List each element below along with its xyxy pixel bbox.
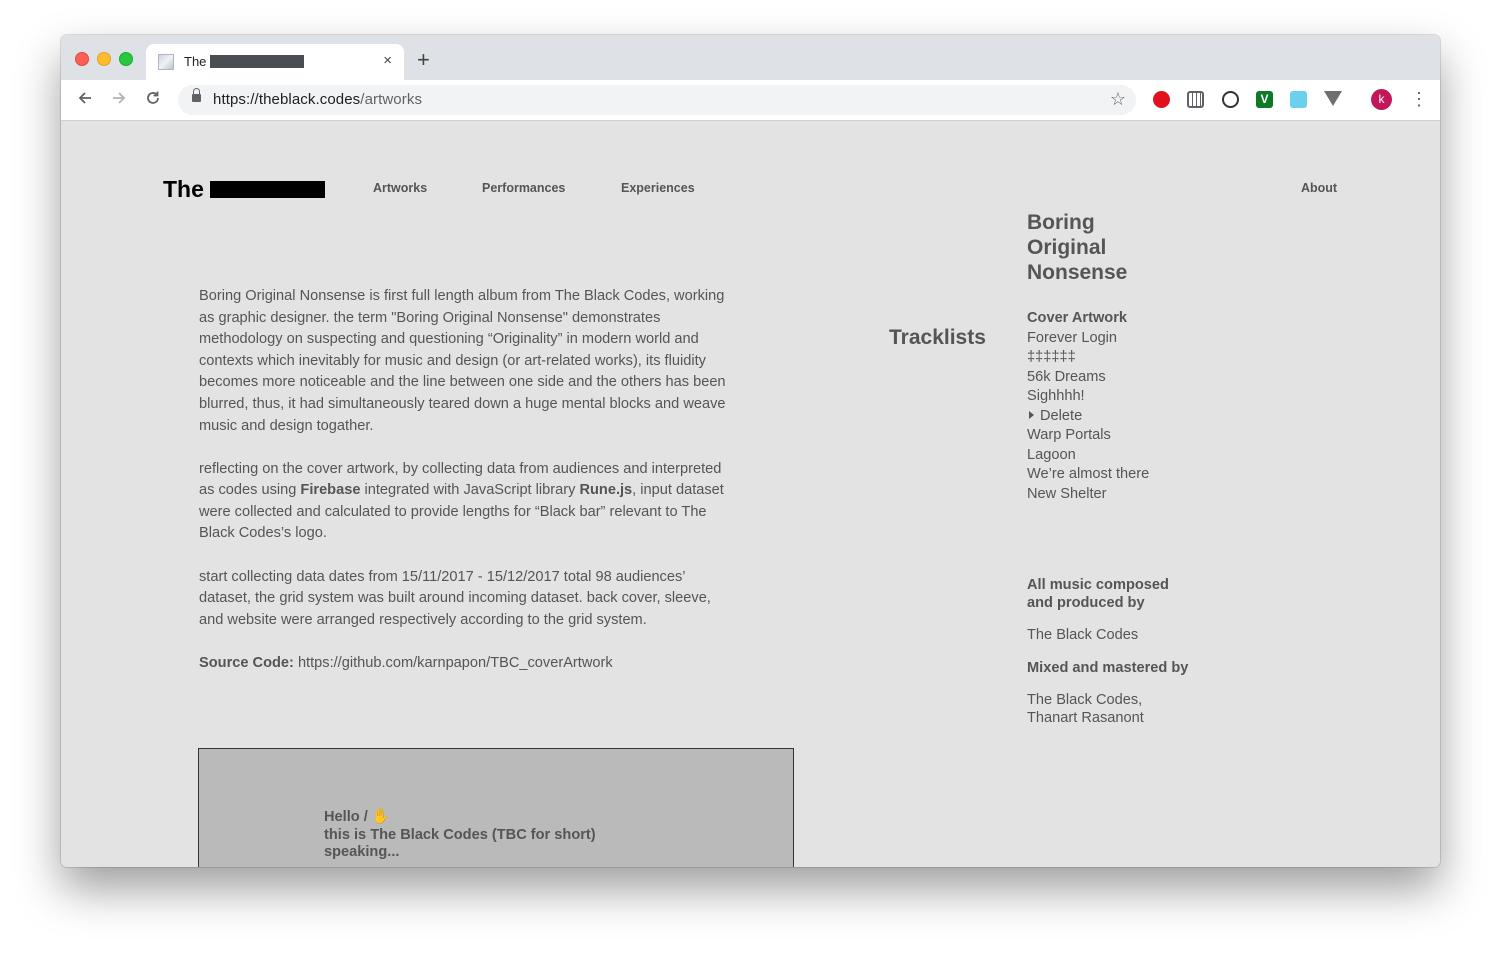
track-item-playing[interactable]: Delete (1027, 407, 1149, 427)
track-list: Cover Artwork Forever Login ‡‡‡‡‡‡ 56k D… (1027, 309, 1149, 504)
track-item[interactable]: Warp Portals (1027, 426, 1149, 446)
track-item[interactable]: Cover Artwork (1027, 309, 1149, 329)
mixed-by-1: The Black Codes, (1027, 692, 1143, 708)
logo-black-bar (210, 181, 325, 198)
maximize-window-button[interactable] (119, 52, 133, 66)
tab-title: The (184, 54, 207, 69)
intro-card-text: Hello / ✋ this is The Black Codes (TBC f… (324, 809, 596, 860)
tracklists-heading: Tracklists (889, 326, 986, 349)
close-window-button[interactable] (75, 52, 89, 66)
track-item[interactable]: Sighhhh! (1027, 387, 1149, 407)
browser-tab[interactable]: The × (146, 44, 404, 80)
kebab-menu-icon[interactable]: ⋮ (1410, 89, 1428, 109)
browser-toolbar: https://theblack.codes/artworks ☆ V k ⋮ (61, 80, 1440, 121)
new-tab-button[interactable]: + (417, 49, 430, 71)
address-bar[interactable]: https://theblack.codes/artworks ☆ (178, 85, 1136, 115)
album-title: Boring Original Nonsense (1027, 211, 1128, 284)
nav-artworks[interactable]: Artworks (373, 181, 427, 195)
track-item[interactable]: New Shelter (1027, 485, 1149, 505)
album-credits: All music composed and produced by The B… (1027, 577, 1267, 727)
adblock-icon[interactable] (1153, 91, 1170, 108)
source-code-line: Source Code: https://github.com/karnpapo… (199, 653, 739, 675)
description-paragraph-2: reflecting on the cover artwork, by coll… (199, 460, 724, 542)
tab-close-icon[interactable]: × (383, 52, 392, 70)
vimium-icon[interactable]: V (1256, 91, 1273, 108)
intro-card: Hello / ✋ this is The Black Codes (TBC f… (198, 748, 794, 867)
composed-heading-2: and produced by (1027, 594, 1145, 611)
play-triangle-icon (1029, 411, 1034, 420)
source-code-label: Source Code: (199, 654, 294, 671)
tab-title-redaction (210, 55, 304, 68)
back-icon[interactable] (73, 88, 97, 112)
source-code-link[interactable]: https://github.com/karnpapon/TBC_coverAr… (298, 655, 613, 671)
nav-performances[interactable]: Performances (482, 181, 565, 195)
site-logo[interactable]: The (163, 176, 204, 203)
grid-icon[interactable] (1187, 91, 1204, 108)
track-item[interactable]: ‡‡‡‡‡‡ (1027, 348, 1149, 368)
composed-by: The Black Codes (1027, 627, 1139, 643)
mixed-heading: Mixed and mastered by (1027, 659, 1189, 676)
tab-strip: The × + (61, 35, 1440, 80)
album-description: Boring Original Nonsense is first full l… (199, 286, 739, 696)
minimize-window-button[interactable] (97, 52, 111, 66)
nav-about[interactable]: About (1301, 181, 1337, 195)
composed-heading: All music composed (1027, 577, 1169, 593)
vivaldi-icon[interactable] (1324, 91, 1342, 106)
forward-icon[interactable] (107, 88, 131, 112)
track-item[interactable]: We’re almost there (1027, 465, 1149, 485)
profile-avatar[interactable]: k (1371, 89, 1392, 110)
reload-icon[interactable] (141, 88, 165, 112)
favicon-icon (158, 54, 174, 70)
description-paragraph-3: start collecting data dates from 15/11/2… (199, 568, 711, 628)
browser-window: The × + https://theblack.codes/artworks … (61, 35, 1440, 867)
track-item[interactable]: 56k Dreams (1027, 368, 1149, 388)
square-icon[interactable] (1290, 91, 1307, 108)
bookmark-star-icon[interactable]: ☆ (1110, 89, 1126, 110)
lock-icon (192, 88, 201, 102)
url-text[interactable]: https://theblack.codes/artworks (213, 91, 422, 108)
nav-experiences[interactable]: Experiences (621, 181, 695, 195)
page-content: The Artworks Performances Experiences Ab… (61, 121, 1440, 867)
mixed-by-2: Thanart Rasanont (1027, 709, 1144, 726)
track-item[interactable]: Lagoon (1027, 446, 1149, 466)
description-paragraph-1: Boring Original Nonsense is first full l… (199, 288, 726, 434)
track-item[interactable]: Forever Login (1027, 329, 1149, 349)
circle-icon[interactable] (1222, 91, 1239, 108)
